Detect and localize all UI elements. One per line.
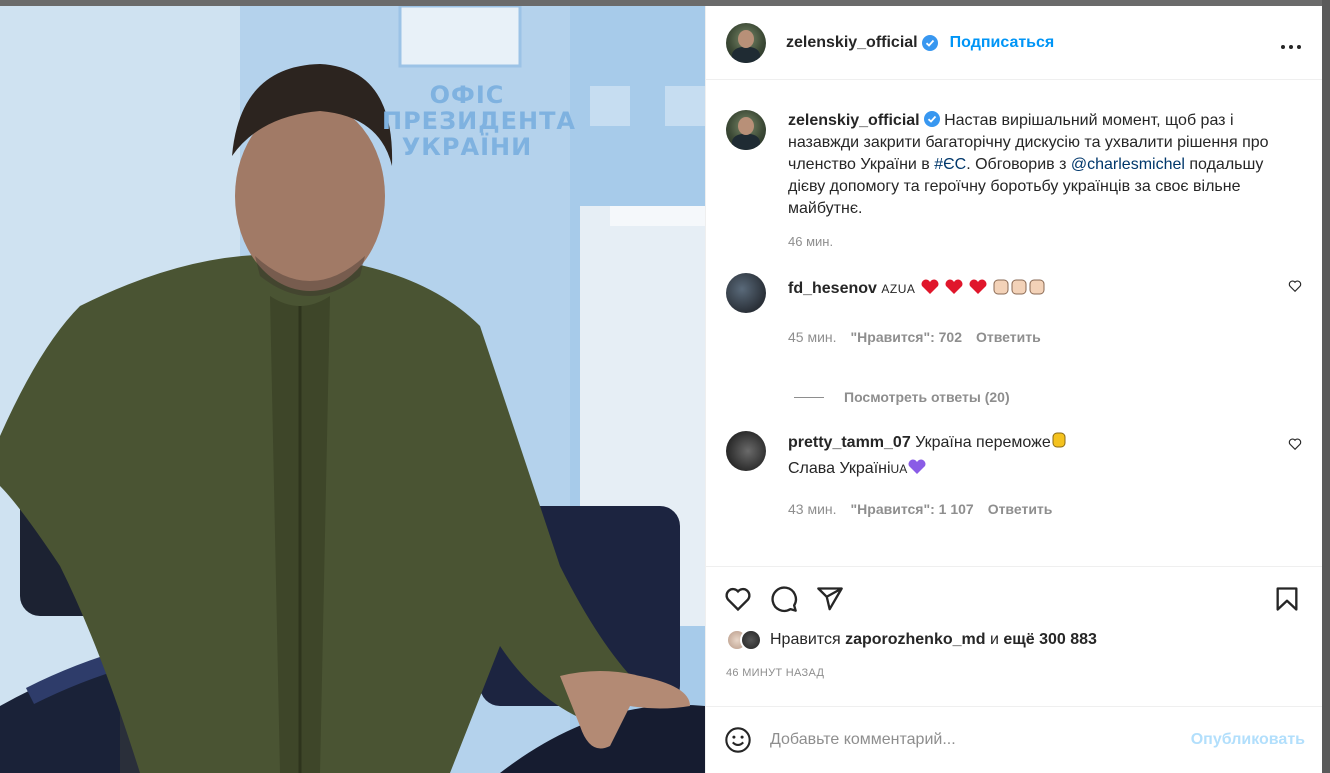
verified-badge-icon [923,111,940,127]
caption-username[interactable]: zelenskiy_official [788,112,920,129]
comment-body: fd_hesenov AZUA [788,273,1258,313]
comment-item: pretty_tamm_07 Україна переможе Слава Ук… [726,431,1302,483]
post-footer: Нравится zaporozhenko_md и ещё 300 883 4… [706,566,1323,679]
author-avatar[interactable] [726,110,766,150]
comment-likes[interactable]: "Нравится": 1 107 [851,501,974,517]
follow-button[interactable]: Подписаться [950,34,1055,52]
action-bar [706,567,1323,631]
add-comment-bar: Опубликовать [706,706,1323,773]
caption-row: zelenskiy_official Настав вирішальний мо… [726,80,1302,220]
comment-time: 45 мин. [788,329,837,345]
share-icon[interactable] [816,585,844,613]
post-caption: zelenskiy_official Настав вирішальний мо… [788,110,1302,220]
comment-body: pretty_tamm_07 Україна переможе Слава Ук… [788,431,1258,483]
view-replies-label: Посмотреть ответы (20) [844,389,1010,405]
comment-item: fd_hesenov AZUA [726,273,1302,313]
post-photo: ОФІС ПРЕЗИДЕНТА УКРАЇНИ [0,6,705,773]
save-icon[interactable] [1273,585,1301,613]
caption-time: 46 мин. [788,234,834,249]
heart-icon[interactable] [724,585,752,613]
reply-button[interactable]: Ответить [976,329,1041,345]
caption-text-mid: . Обговорив з [966,156,1071,173]
like-comment-heart-icon[interactable] [1288,437,1302,451]
comment-text: AZUA [881,282,916,296]
comment-input[interactable] [770,731,1180,749]
post-side-panel: zelenskiy_official Подписаться zelenskiy… [705,6,1323,773]
comment-text: Україна переможе [915,434,1051,451]
comment-text-line2: Слава Україні [788,460,891,477]
comment-meta: 45 мин. "Нравится": 702 Ответить [788,329,1302,345]
photo-illustration [0,6,705,773]
comment-icon[interactable] [770,585,798,613]
liker-username[interactable]: zaporozhenko_md [845,631,985,648]
comment-meta: 43 мин. "Нравится": 1 107 Ответить [788,501,1302,517]
author-username[interactable]: zelenskiy_official [786,34,918,52]
post-header: zelenskiy_official Подписаться [706,6,1322,80]
heart-emoji-icon [920,279,988,303]
comment-time: 43 мин. [788,501,837,517]
comment-username[interactable]: fd_hesenov [788,280,877,297]
more-options-button[interactable] [1280,30,1302,56]
comment-username[interactable]: pretty_tamm_07 [788,434,911,451]
post-timestamp: 46 МИНУТ НАЗАД [726,667,825,679]
view-replies-button[interactable]: Посмотреть ответы (20) [794,389,1302,405]
more-icon [1281,44,1301,49]
mention-link[interactable]: @charlesmichel [1071,156,1185,173]
raised-fist-emoji-icon [992,277,1046,303]
likes-count-button[interactable]: ещё 300 883 [1003,631,1097,648]
smile-icon[interactable] [724,726,752,754]
hashtag-link[interactable]: #ЄС [934,156,966,173]
purple-heart-emoji-icon [907,459,927,483]
publish-button[interactable]: Опубликовать [1191,731,1305,749]
backdrop-edge [1322,0,1330,773]
reply-button[interactable]: Ответить [988,501,1053,517]
likes-prefix: Нравится [770,631,841,648]
author-avatar[interactable] [726,22,766,63]
flag-label: UA [890,462,908,476]
likes-summary: Нравится zaporozhenko_md и ещё 300 883 [706,625,1323,655]
flexed-hand-emoji-icon [1051,431,1067,457]
likes-and: и [989,631,999,648]
verified-badge-icon [921,34,938,51]
commenter-avatar[interactable] [726,273,766,313]
like-comment-heart-icon[interactable] [1288,279,1302,293]
liker-avatar [740,629,762,651]
post-modal: ОФІС ПРЕЗИДЕНТА УКРАЇНИ zelenskiy_offici… [0,6,1323,773]
comment-likes[interactable]: "Нравится": 702 [851,329,962,345]
likes-text: Нравится zaporozhenko_md и ещё 300 883 [770,631,1097,649]
commenter-avatar[interactable] [726,431,766,471]
comments-scroll-area[interactable]: zelenskiy_official Настав вирішальний мо… [706,80,1322,566]
photo-wall-text: ОФІС ПРЕЗИДЕНТА УКРАЇНИ [382,81,577,161]
